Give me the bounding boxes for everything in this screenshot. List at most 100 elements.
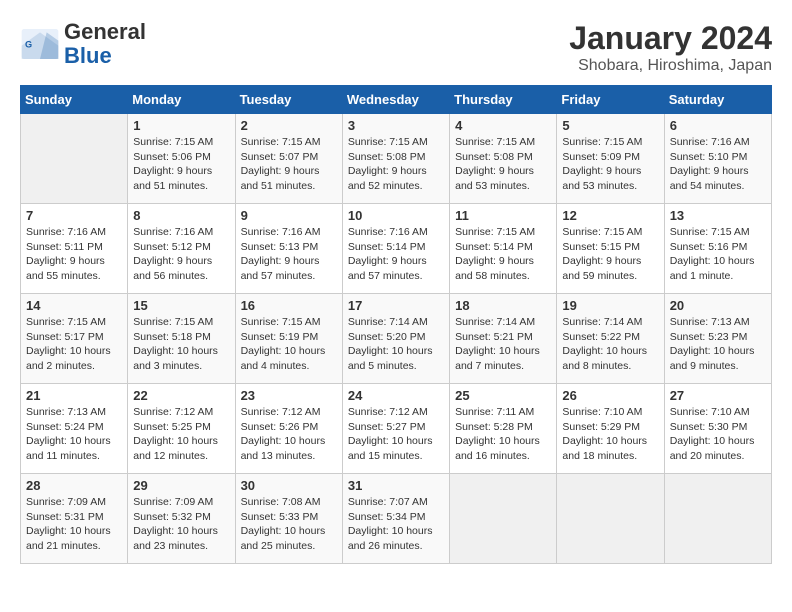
day-cell: 9 Sunrise: 7:16 AMSunset: 5:13 PMDaylight… bbox=[235, 204, 342, 294]
day-number: 12 bbox=[562, 208, 658, 223]
day-info: Sunrise: 7:15 AMSunset: 5:06 PMDaylight:… bbox=[133, 135, 229, 194]
day-cell: 12 Sunrise: 7:15 AMSunset: 5:15 PMDayligh… bbox=[557, 204, 664, 294]
day-cell: 8 Sunrise: 7:16 AMSunset: 5:12 PMDaylight… bbox=[128, 204, 235, 294]
title-block: January 2024 Shobara, Hiroshima, Japan bbox=[569, 20, 772, 75]
location: Shobara, Hiroshima, Japan bbox=[569, 57, 772, 75]
day-cell: 30Sunrise: 7:08 AMSunset: 5:33 PMDayligh… bbox=[235, 474, 342, 564]
day-number: 23 bbox=[241, 388, 337, 403]
day-number: 28 bbox=[26, 478, 122, 493]
day-info: Sunrise: 7:16 AMSunset: 5:14 PMDaylight:… bbox=[348, 225, 444, 284]
header-cell-tuesday: Tuesday bbox=[235, 86, 342, 114]
logo-blue: Blue bbox=[64, 43, 112, 68]
day-number: 15 bbox=[133, 298, 229, 313]
day-cell: 22Sunrise: 7:12 AMSunset: 5:25 PMDayligh… bbox=[128, 384, 235, 474]
day-number: 10 bbox=[348, 208, 444, 223]
week-row-4: 21 Sunrise: 7:13 AMSunset: 5:24 PMDayligh… bbox=[21, 384, 772, 474]
day-cell bbox=[557, 474, 664, 564]
day-number: 18 bbox=[455, 298, 551, 313]
day-info: Sunrise: 7:14 AMSunset: 5:21 PMDaylight:… bbox=[455, 315, 551, 374]
day-info: Sunrise: 7:13 AMSunset: 5:24 PMDaylight:… bbox=[26, 405, 122, 464]
day-cell: 2 Sunrise: 7:15 AMSunset: 5:07 PMDaylight… bbox=[235, 114, 342, 204]
day-cell: 23 Sunrise: 7:12 AMSunset: 5:26 PMDayligh… bbox=[235, 384, 342, 474]
svg-text:G: G bbox=[25, 40, 32, 50]
day-info: Sunrise: 7:11 AMSunset: 5:28 PMDaylight:… bbox=[455, 405, 551, 464]
day-number: 2 bbox=[241, 118, 337, 133]
day-cell: 16 Sunrise: 7:15 AMSunset: 5:19 PMDayligh… bbox=[235, 294, 342, 384]
day-number: 16 bbox=[241, 298, 337, 313]
day-number: 1 bbox=[133, 118, 229, 133]
day-number: 26 bbox=[562, 388, 658, 403]
day-cell: 3 Sunrise: 7:15 AMSunset: 5:08 PMDaylight… bbox=[342, 114, 449, 204]
day-cell: 11 Sunrise: 7:15 AMSunset: 5:14 PMDayligh… bbox=[450, 204, 557, 294]
day-number: 20 bbox=[670, 298, 766, 313]
day-info: Sunrise: 7:14 AMSunset: 5:20 PMDaylight:… bbox=[348, 315, 444, 374]
day-number: 31 bbox=[348, 478, 444, 493]
day-cell: 6Sunrise: 7:16 AMSunset: 5:10 PMDaylight… bbox=[664, 114, 771, 204]
day-info: Sunrise: 7:15 AMSunset: 5:14 PMDaylight:… bbox=[455, 225, 551, 284]
day-number: 24 bbox=[348, 388, 444, 403]
day-cell: 18 Sunrise: 7:14 AMSunset: 5:21 PMDayligh… bbox=[450, 294, 557, 384]
day-number: 27 bbox=[670, 388, 766, 403]
day-info: Sunrise: 7:15 AMSunset: 5:18 PMDaylight:… bbox=[133, 315, 229, 374]
header-cell-wednesday: Wednesday bbox=[342, 86, 449, 114]
day-number: 11 bbox=[455, 208, 551, 223]
month-title: January 2024 bbox=[569, 20, 772, 57]
day-info: Sunrise: 7:16 AMSunset: 5:13 PMDaylight:… bbox=[241, 225, 337, 284]
day-info: Sunrise: 7:07 AMSunset: 5:34 PMDaylight:… bbox=[348, 495, 444, 554]
day-info: Sunrise: 7:13 AMSunset: 5:23 PMDaylight:… bbox=[670, 315, 766, 374]
day-info: Sunrise: 7:10 AMSunset: 5:29 PMDaylight:… bbox=[562, 405, 658, 464]
day-info: Sunrise: 7:09 AMSunset: 5:31 PMDaylight:… bbox=[26, 495, 122, 554]
day-number: 7 bbox=[26, 208, 122, 223]
day-number: 19 bbox=[562, 298, 658, 313]
day-number: 17 bbox=[348, 298, 444, 313]
day-number: 14 bbox=[26, 298, 122, 313]
week-row-2: 7 Sunrise: 7:16 AMSunset: 5:11 PMDaylight… bbox=[21, 204, 772, 294]
day-info: Sunrise: 7:12 AMSunset: 5:27 PMDaylight:… bbox=[348, 405, 444, 464]
day-cell: 28 Sunrise: 7:09 AMSunset: 5:31 PMDayligh… bbox=[21, 474, 128, 564]
day-cell: 31 Sunrise: 7:07 AMSunset: 5:34 PMDayligh… bbox=[342, 474, 449, 564]
day-number: 9 bbox=[241, 208, 337, 223]
day-info: Sunrise: 7:15 AMSunset: 5:15 PMDaylight:… bbox=[562, 225, 658, 284]
day-info: Sunrise: 7:15 AMSunset: 5:08 PMDaylight:… bbox=[455, 135, 551, 194]
header-cell-saturday: Saturday bbox=[664, 86, 771, 114]
logo-icon: G bbox=[20, 29, 60, 59]
day-cell: 14Sunrise: 7:15 AMSunset: 5:17 PMDayligh… bbox=[21, 294, 128, 384]
logo: G General Blue bbox=[20, 20, 146, 68]
day-cell: 4Sunrise: 7:15 AMSunset: 5:08 PMDaylight… bbox=[450, 114, 557, 204]
day-cell: 17 Sunrise: 7:14 AMSunset: 5:20 PMDayligh… bbox=[342, 294, 449, 384]
day-number: 13 bbox=[670, 208, 766, 223]
day-cell: 7 Sunrise: 7:16 AMSunset: 5:11 PMDaylight… bbox=[21, 204, 128, 294]
header-cell-sunday: Sunday bbox=[21, 86, 128, 114]
page-header: G General Blue January 2024 Shobara, Hir… bbox=[20, 20, 772, 75]
day-info: Sunrise: 7:09 AMSunset: 5:32 PMDaylight:… bbox=[133, 495, 229, 554]
day-info: Sunrise: 7:15 AMSunset: 5:08 PMDaylight:… bbox=[348, 135, 444, 194]
day-cell: 25Sunrise: 7:11 AMSunset: 5:28 PMDayligh… bbox=[450, 384, 557, 474]
day-cell: 29 Sunrise: 7:09 AMSunset: 5:32 PMDayligh… bbox=[128, 474, 235, 564]
day-cell bbox=[21, 114, 128, 204]
day-number: 22 bbox=[133, 388, 229, 403]
day-info: Sunrise: 7:15 AMSunset: 5:09 PMDaylight:… bbox=[562, 135, 658, 194]
header-row: SundayMondayTuesdayWednesdayThursdayFrid… bbox=[21, 86, 772, 114]
day-info: Sunrise: 7:15 AMSunset: 5:19 PMDaylight:… bbox=[241, 315, 337, 374]
day-info: Sunrise: 7:15 AMSunset: 5:07 PMDaylight:… bbox=[241, 135, 337, 194]
day-cell: 19 Sunrise: 7:14 AMSunset: 5:22 PMDayligh… bbox=[557, 294, 664, 384]
day-number: 21 bbox=[26, 388, 122, 403]
day-info: Sunrise: 7:16 AMSunset: 5:11 PMDaylight:… bbox=[26, 225, 122, 284]
day-cell: 27Sunrise: 7:10 AMSunset: 5:30 PMDayligh… bbox=[664, 384, 771, 474]
day-cell bbox=[664, 474, 771, 564]
header-cell-friday: Friday bbox=[557, 86, 664, 114]
day-cell: 5 Sunrise: 7:15 AMSunset: 5:09 PMDaylight… bbox=[557, 114, 664, 204]
day-info: Sunrise: 7:15 AMSunset: 5:16 PMDaylight:… bbox=[670, 225, 766, 284]
day-cell: 10 Sunrise: 7:16 AMSunset: 5:14 PMDayligh… bbox=[342, 204, 449, 294]
day-number: 30 bbox=[241, 478, 337, 493]
day-info: Sunrise: 7:14 AMSunset: 5:22 PMDaylight:… bbox=[562, 315, 658, 374]
day-info: Sunrise: 7:16 AMSunset: 5:12 PMDaylight:… bbox=[133, 225, 229, 284]
day-info: Sunrise: 7:16 AMSunset: 5:10 PMDaylight:… bbox=[670, 135, 766, 194]
day-number: 29 bbox=[133, 478, 229, 493]
day-number: 8 bbox=[133, 208, 229, 223]
day-cell: 24 Sunrise: 7:12 AMSunset: 5:27 PMDayligh… bbox=[342, 384, 449, 474]
day-number: 5 bbox=[562, 118, 658, 133]
week-row-3: 14Sunrise: 7:15 AMSunset: 5:17 PMDayligh… bbox=[21, 294, 772, 384]
day-number: 3 bbox=[348, 118, 444, 133]
day-info: Sunrise: 7:12 AMSunset: 5:26 PMDaylight:… bbox=[241, 405, 337, 464]
